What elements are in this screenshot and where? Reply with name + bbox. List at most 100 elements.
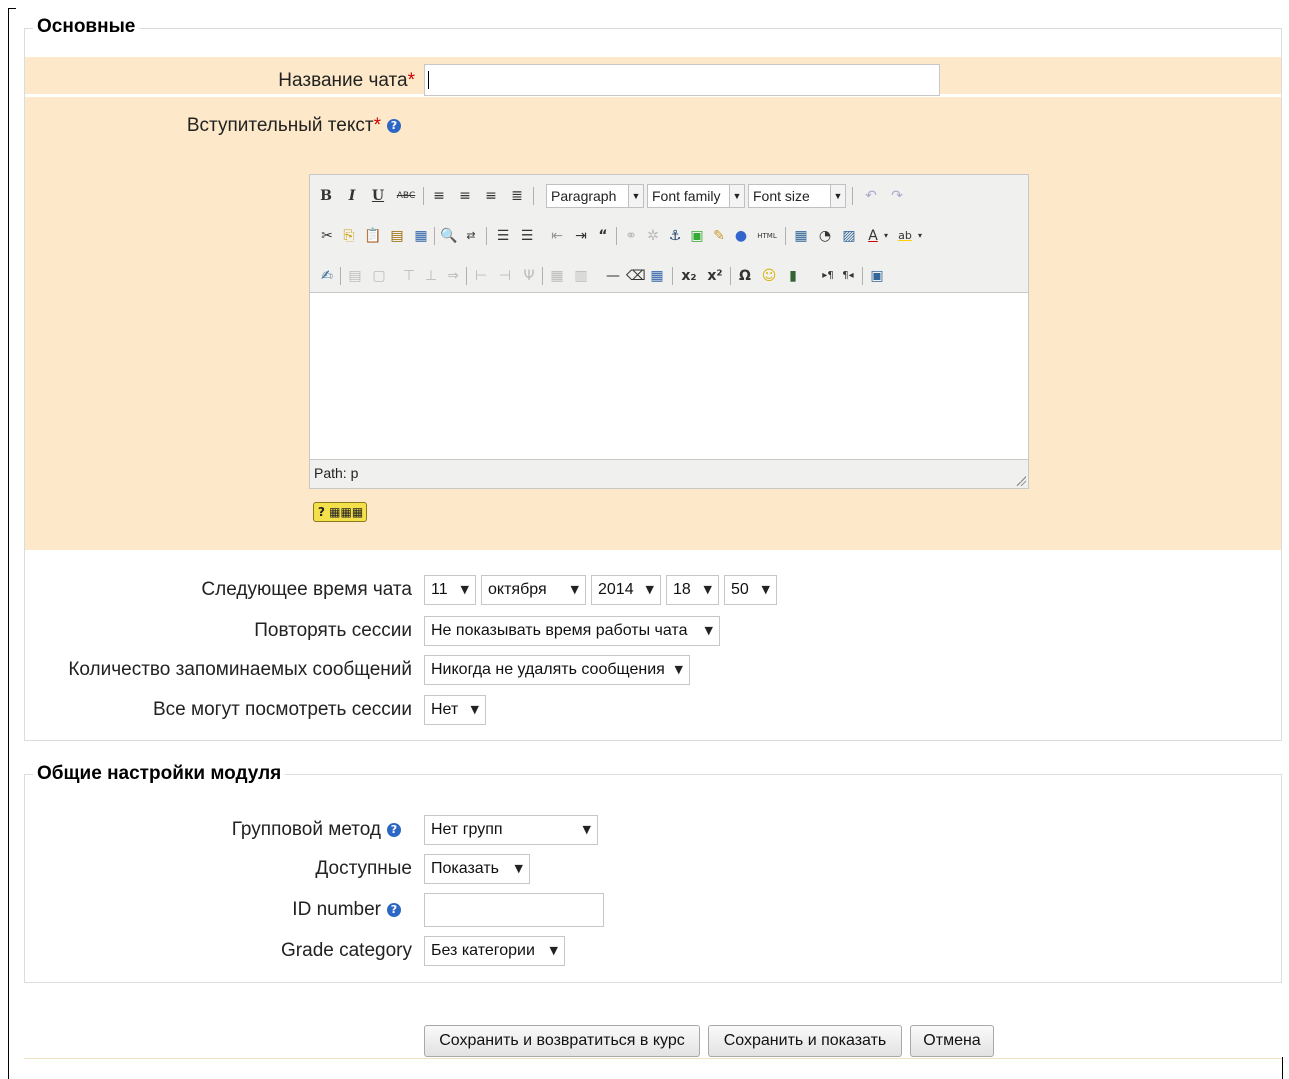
view-sessions-select[interactable]: Нет ▼: [424, 695, 486, 725]
indent-icon[interactable]: ⇥: [572, 225, 590, 247]
ltr-icon[interactable]: ▸¶: [820, 265, 836, 287]
delete-row-icon[interactable]: ⇒: [444, 265, 462, 287]
paste-text-icon[interactable]: ▤: [388, 225, 406, 247]
form-bottom-divider: [24, 1058, 1282, 1059]
grade-category-select[interactable]: Без категории ▼: [424, 936, 565, 966]
background-color-button[interactable]: ab: [896, 225, 914, 247]
table-cell-props-icon[interactable]: ▢: [370, 265, 388, 287]
font-size-select[interactable]: Font size ▼: [748, 184, 846, 208]
align-left-icon[interactable]: ≡: [430, 185, 448, 207]
toolbar-separator: [785, 227, 786, 245]
keep-messages-select[interactable]: Никогда не удалять сообщения ▼: [424, 655, 690, 685]
cancel-button[interactable]: Отмена: [910, 1025, 994, 1057]
horizontal-rule-icon[interactable]: —: [604, 265, 622, 287]
preview-icon[interactable]: ▨: [840, 225, 858, 247]
month-select[interactable]: октября ▼: [481, 575, 586, 605]
strikethrough-button[interactable]: ABC: [394, 185, 418, 207]
find-icon[interactable]: 🔍: [440, 225, 458, 247]
fullscreen-icon[interactable]: ▣: [868, 265, 886, 287]
toolbar-separator: [616, 227, 617, 245]
superscript-button[interactable]: x²: [704, 265, 726, 287]
help-icon[interactable]: ?: [387, 822, 401, 837]
bold-button[interactable]: B: [318, 185, 334, 207]
toolbar-separator: [486, 227, 487, 245]
id-number-input[interactable]: [424, 893, 604, 927]
special-char-button[interactable]: Ω: [736, 265, 754, 287]
italic-button[interactable]: I: [344, 185, 360, 207]
cut-icon[interactable]: ✂: [318, 225, 336, 247]
paragraph-select[interactable]: Paragraph ▼: [546, 184, 644, 208]
toolbar-separator: [730, 267, 731, 285]
hour-select[interactable]: 18 ▼: [666, 575, 719, 605]
required-marker: *: [373, 115, 381, 136]
chat-name-input[interactable]: [424, 64, 940, 96]
remove-format-icon[interactable]: ⌫: [626, 265, 646, 287]
numbered-list-icon[interactable]: ☰: [518, 225, 536, 247]
media-icon[interactable]: ▮: [784, 265, 802, 287]
visible-label: Доступные: [315, 858, 412, 879]
bullet-list-icon[interactable]: ☰: [494, 225, 512, 247]
save-display-button[interactable]: Сохранить и показать: [708, 1025, 902, 1057]
keep-messages-label: Количество запоминаемых сообщений: [68, 659, 412, 680]
minute-select[interactable]: 50 ▼: [724, 575, 777, 605]
insert-date-icon[interactable]: ▦: [792, 225, 810, 247]
insert-time-icon[interactable]: ◔: [816, 225, 834, 247]
delete-col-icon[interactable]: Ψ: [520, 265, 538, 287]
group-mode-select[interactable]: Нет групп ▼: [424, 815, 598, 845]
chevron-down-icon: ▼: [628, 185, 643, 207]
chevron-down-icon: ▼: [704, 624, 713, 637]
split-cells-icon[interactable]: ▦: [548, 265, 566, 287]
day-select[interactable]: 11 ▼: [424, 575, 476, 605]
rtl-icon[interactable]: ¶◂: [840, 265, 856, 287]
chevron-down-icon[interactable]: ▾: [916, 225, 924, 247]
module-legend: Общие настройки модуля: [33, 763, 286, 785]
align-right-icon[interactable]: ≡: [482, 185, 500, 207]
undo-icon[interactable]: ↶: [862, 185, 880, 207]
edit-icon[interactable]: ✍: [318, 265, 336, 287]
align-center-icon[interactable]: ≡: [456, 185, 474, 207]
text-color-button[interactable]: A: [866, 225, 880, 247]
toolbar-separator: [434, 227, 435, 245]
table-row-props-icon[interactable]: ▤: [346, 265, 364, 287]
insert-col-before-icon[interactable]: ⊢: [472, 265, 490, 287]
help-icon[interactable]: ?: [387, 118, 401, 133]
year-select[interactable]: 2014 ▼: [591, 575, 661, 605]
anchor-icon[interactable]: ⚓: [666, 225, 684, 247]
help-icon[interactable]: ?: [387, 902, 401, 917]
resize-grip-icon[interactable]: [1016, 476, 1026, 486]
table-icon[interactable]: ▦: [648, 265, 666, 287]
align-justify-icon[interactable]: ≣: [508, 185, 526, 207]
redo-icon[interactable]: ↷: [888, 185, 906, 207]
paste-icon[interactable]: 📋: [364, 225, 382, 247]
underline-button[interactable]: U: [370, 185, 386, 207]
cleanup-icon[interactable]: ✎: [710, 225, 728, 247]
paste-word-icon[interactable]: ▦: [412, 225, 430, 247]
repeat-sessions-select[interactable]: Не показывать время работы чата ▼: [424, 616, 720, 646]
save-return-button[interactable]: Сохранить и возвратиться в курс: [424, 1025, 700, 1057]
font-family-select[interactable]: Font family ▼: [647, 184, 745, 208]
keyboard-help-button[interactable]: ? ▦▦▦: [313, 502, 367, 522]
unlink-icon[interactable]: ✲: [644, 225, 662, 247]
visible-select[interactable]: Показать ▼: [424, 854, 530, 884]
replace-icon[interactable]: ⇄: [462, 225, 480, 247]
copy-icon[interactable]: ⎘: [340, 225, 358, 247]
emoticon-icon[interactable]: ☺: [760, 265, 778, 287]
chevron-down-icon[interactable]: ▾: [882, 225, 890, 247]
chevron-down-icon: ▼: [514, 862, 523, 875]
image-icon[interactable]: ▣: [688, 225, 706, 247]
insert-row-before-icon[interactable]: ⊤: [400, 265, 418, 287]
insert-col-after-icon[interactable]: ⊣: [496, 265, 514, 287]
blockquote-icon[interactable]: “: [594, 225, 612, 247]
toolbar-separator: [542, 267, 543, 285]
editor-content-area[interactable]: [310, 292, 1028, 460]
merge-cells-icon[interactable]: ▥: [572, 265, 590, 287]
insert-row-after-icon[interactable]: ⊥: [422, 265, 440, 287]
help-icon[interactable]: ●: [732, 225, 750, 247]
intro-text-label: Вступительный текст*?: [187, 115, 401, 137]
toolbar-separator: [466, 267, 467, 285]
outdent-icon[interactable]: ⇤: [548, 225, 566, 247]
link-icon[interactable]: ⚭: [622, 225, 640, 247]
chevron-down-icon: ▼: [460, 583, 469, 596]
html-source-button[interactable]: HTML: [754, 225, 780, 247]
subscript-button[interactable]: x₂: [678, 265, 700, 287]
